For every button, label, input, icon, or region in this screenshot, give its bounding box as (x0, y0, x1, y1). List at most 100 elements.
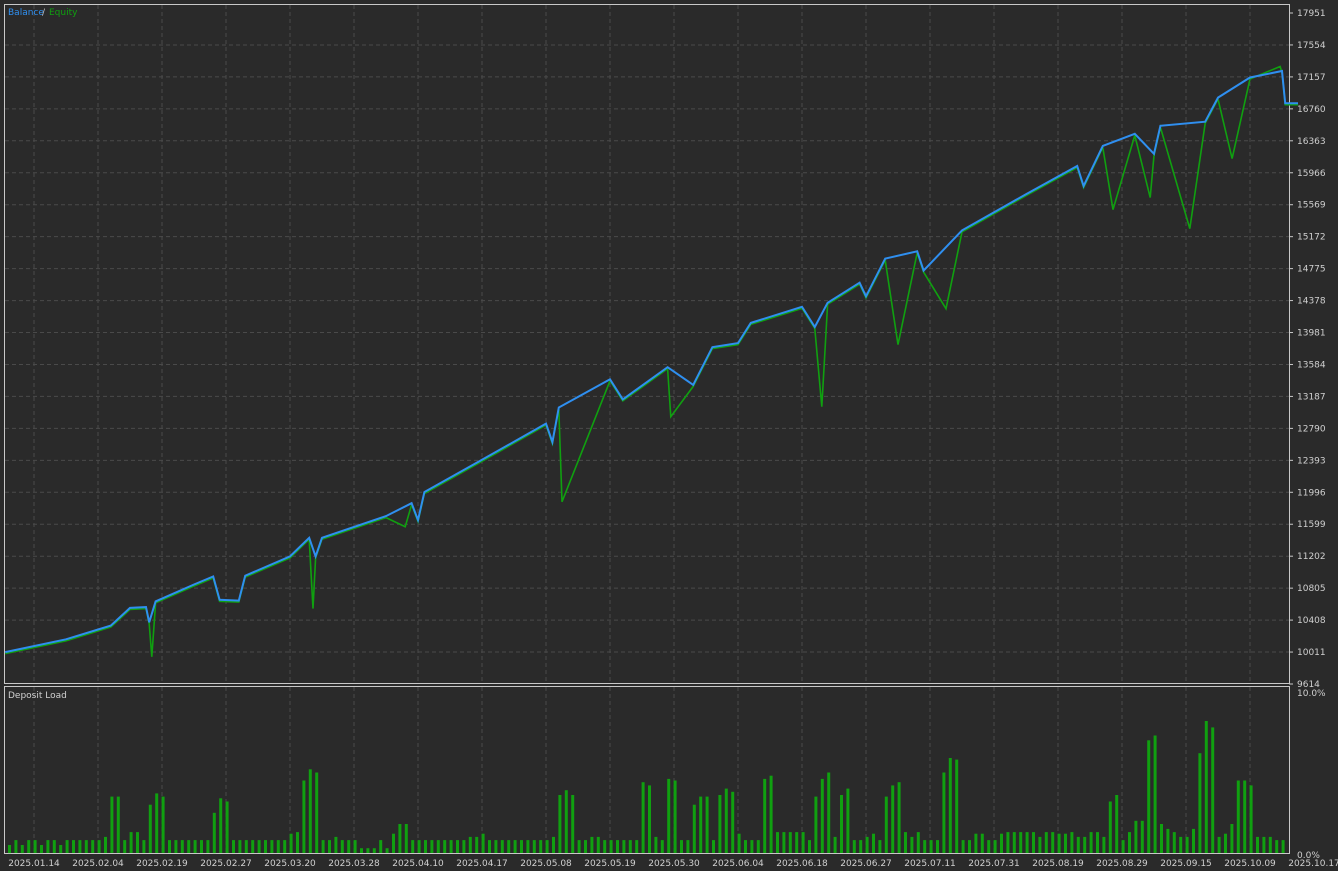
deposit-load-bar (148, 804, 152, 853)
deposit-load-bar (1089, 832, 1093, 853)
deposit-load-bar (1224, 833, 1227, 853)
deposit-load-bar (52, 840, 56, 853)
deposit-load-bar (1230, 824, 1234, 853)
deposit-load-bar (1006, 832, 1010, 853)
deposit-load-bar (814, 796, 818, 853)
deposit-load-bar (763, 778, 767, 853)
legend-equity: Equity (49, 8, 78, 18)
x-tick-label: 2025.05.08 (520, 859, 572, 869)
deposit-load-bar (936, 840, 939, 853)
deposit-load-bar (686, 840, 690, 853)
deposit-load-bar (596, 836, 600, 853)
deposit-load-bar (692, 804, 696, 853)
equity-line (5, 65, 1298, 657)
deposit-load-bar (667, 778, 671, 853)
deposit-load-bar (1038, 836, 1042, 853)
deposit-load-bar (910, 836, 914, 853)
deposit-load-bar (1012, 832, 1016, 853)
y-tick-label: 10011 (1297, 648, 1326, 658)
x-tick-label: 2025.10.09 (1224, 859, 1276, 869)
deposit-load-bar (340, 840, 344, 853)
deposit-load-bar (116, 796, 120, 853)
deposit-load-bar (1243, 780, 1247, 853)
deposit-load-bar (424, 840, 427, 853)
deposit-load-bar (1204, 721, 1208, 853)
y-tick-label: 13584 (1297, 360, 1326, 370)
deposit-load-bar (609, 840, 613, 853)
deposit-load-bar (1153, 735, 1157, 853)
x-tick-label: 2025.05.19 (584, 859, 636, 869)
deposit-load-bar (1281, 840, 1285, 853)
deposit-load-bar (481, 833, 485, 853)
y-tick-label: 10805 (1297, 584, 1326, 594)
deposit-load-bar (520, 840, 523, 853)
deposit-load-bar (750, 840, 754, 853)
deposit-load-bar (1268, 836, 1272, 853)
deposit-load-bar (372, 848, 376, 853)
deposit-load-bar (788, 832, 792, 853)
deposit-load-bar (72, 840, 75, 853)
deposit-load-bar (232, 840, 235, 853)
deposit-load-bar (1140, 820, 1144, 853)
deposit-load-bar (532, 840, 536, 853)
deposit-load-bar (225, 801, 229, 853)
deposit-load-bar (1192, 828, 1195, 853)
deposit-load-bar (321, 840, 325, 853)
legend-separator: / (42, 8, 46, 18)
deposit-load-bar (302, 780, 306, 853)
deposit-load-bar (104, 836, 107, 853)
x-tick-label: 2025.02.04 (72, 859, 124, 869)
deposit-load-bar (737, 833, 741, 853)
deposit-load-bar (1147, 740, 1151, 853)
deposit-load-bar (603, 840, 607, 853)
deposit-load-bar (955, 759, 959, 853)
x-tick-label: 2025.05.30 (648, 859, 700, 869)
deposit-load-bar (270, 840, 274, 853)
deposit-load-bar (884, 796, 888, 853)
x-tick-label: 2025.08.19 (1032, 859, 1084, 869)
deposit-load-bar (859, 840, 863, 853)
y-tick-label: 11996 (1297, 488, 1326, 498)
deposit-load-bar (360, 848, 363, 853)
deposit-load-bar (929, 840, 933, 853)
deposit-load-bar (97, 840, 101, 853)
y-tick-label: 11202 (1297, 552, 1326, 562)
deposit-load-bar (878, 840, 882, 853)
y-tick-label: 15966 (1297, 169, 1326, 179)
deposit-load-bar (456, 840, 459, 853)
deposit-load-title: Deposit Load (8, 691, 67, 701)
deposit-load-bar (712, 840, 715, 853)
y-tick-label: 15569 (1297, 201, 1326, 211)
deposit-load-bar (334, 836, 338, 853)
deposit-load-bar (1115, 795, 1119, 853)
deposit-load-bar (1044, 832, 1048, 853)
deposit-load-bar (8, 845, 11, 854)
deposit-load-bar (123, 840, 127, 853)
deposit-load-bar (539, 840, 543, 853)
deposit-load-bar (1249, 785, 1253, 853)
deposit-load-bar (968, 840, 971, 853)
y-tick-label: 16760 (1297, 105, 1326, 115)
deposit-load-bar (180, 840, 184, 853)
x-tick-label: 2025.04.17 (456, 859, 508, 869)
x-tick-label: 2025.09.15 (1160, 859, 1212, 869)
deposit-load-bar (353, 840, 357, 853)
x-tick-label: 2025.08.29 (1096, 859, 1148, 869)
deposit-load-bar (1179, 836, 1183, 853)
deposit-load-bar (673, 780, 677, 853)
deposit-load-bar (200, 840, 203, 853)
deposit-load-bar (33, 840, 37, 853)
deposit-load-bars (8, 721, 1285, 854)
deposit-load-bar (846, 788, 850, 853)
deposit-load-bar (1256, 836, 1259, 853)
deposit-load-bar (705, 796, 709, 853)
deposit-load-bar (238, 840, 242, 853)
y-axis-ticks: 17951 17554 17157 16760 16363 15966 15569 15172… (1289, 9, 1326, 690)
y-tick-label: 11599 (1297, 520, 1326, 530)
deposit-load-bar (398, 824, 402, 853)
deposit-load-bar (65, 840, 69, 853)
main-panel-frame (4, 4, 1290, 684)
deposit-load-bar (129, 832, 133, 853)
deposit-load-bar (865, 836, 869, 853)
deposit-load-bar (449, 840, 453, 853)
